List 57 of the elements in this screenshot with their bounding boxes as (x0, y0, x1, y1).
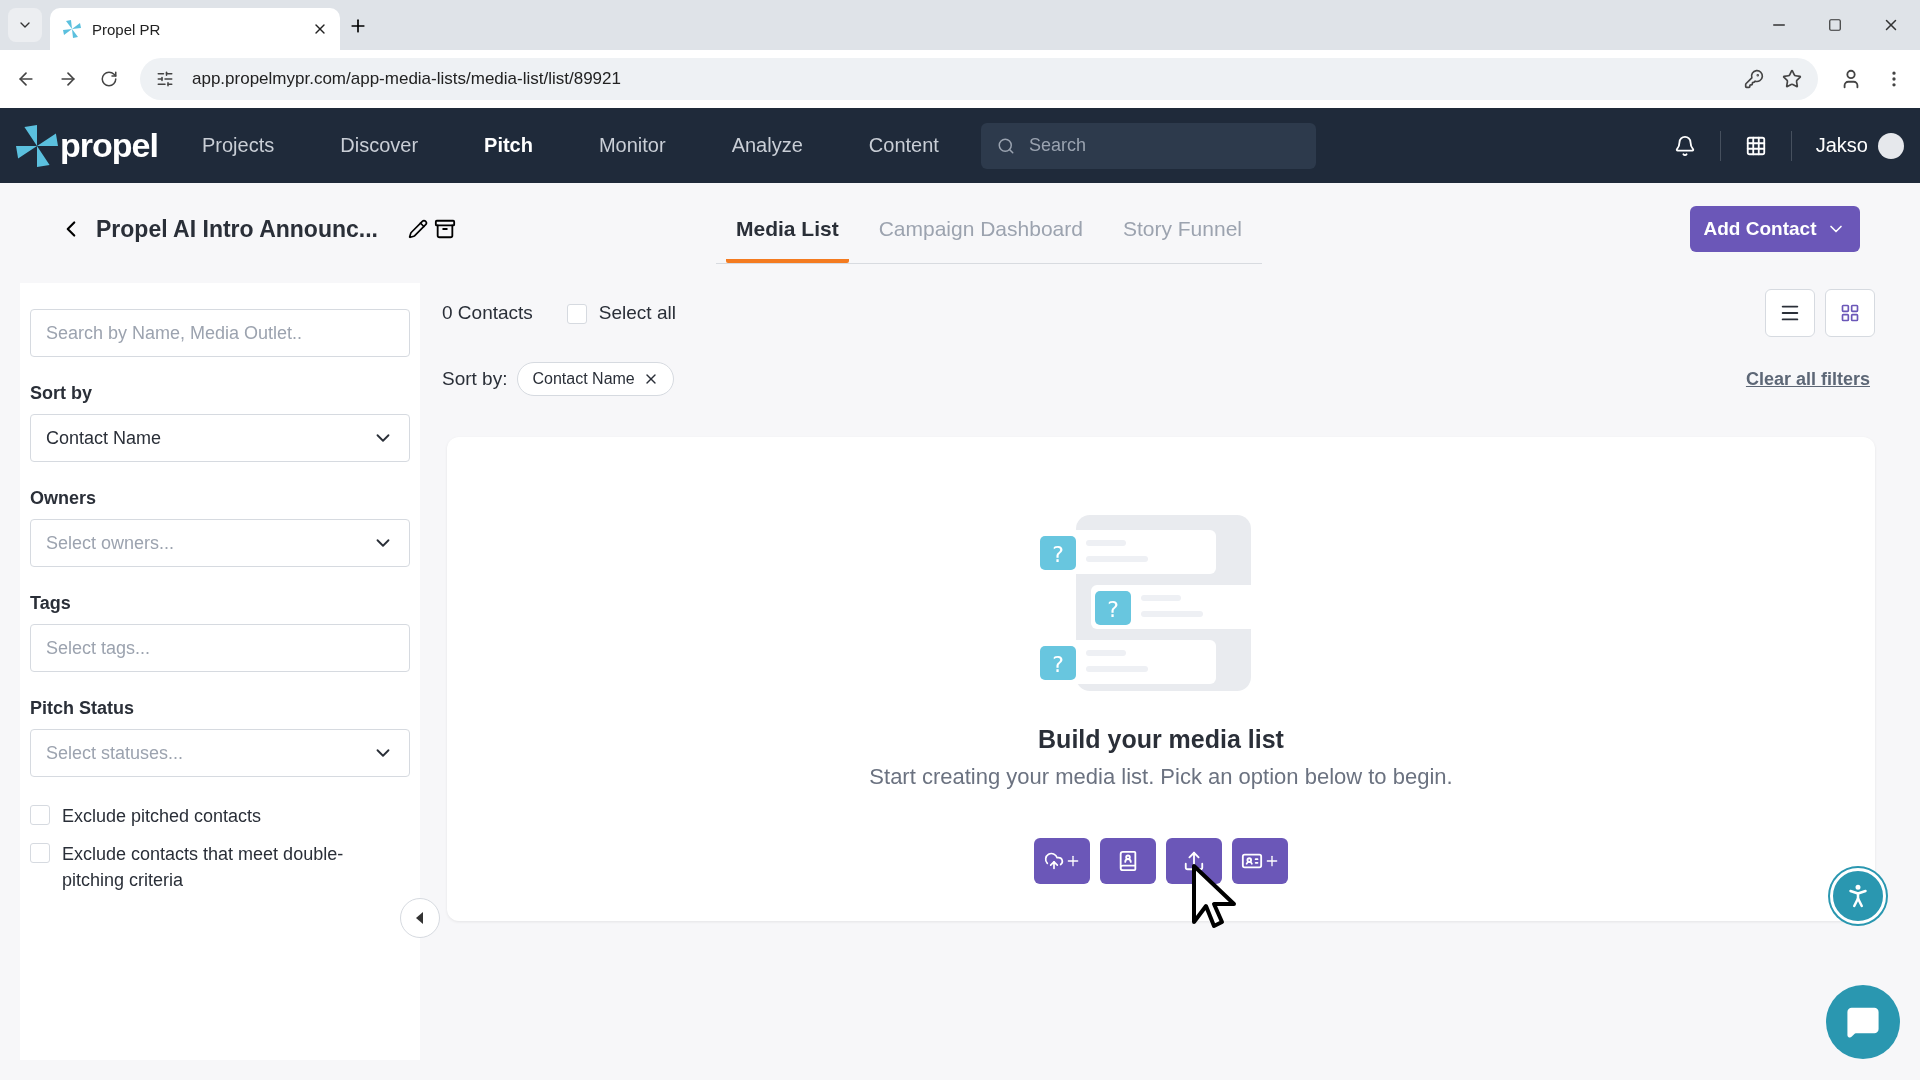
browser-tab[interactable]: Propel PR (50, 8, 340, 50)
checkbox-label: Exclude contacts that meet double-pitching criteria (62, 843, 345, 892)
accessibility-button[interactable] (1830, 868, 1886, 924)
clear-filters-link[interactable]: Clear all filters (1745, 368, 1870, 390)
collapse-button[interactable] (400, 898, 440, 938)
dropdown-field[interactable]: Contact Name (30, 414, 410, 462)
checkbox-label: Exclude pitched contacts (62, 805, 263, 828)
nav-link[interactable]: Discover (340, 134, 419, 157)
filter-label: Sort by (30, 383, 93, 404)
contact-count: 0 Contacts (442, 302, 533, 324)
checkbox[interactable] (30, 843, 50, 863)
empty-state-title: Build your media list (1038, 725, 1284, 754)
avatar[interactable] (1878, 132, 1904, 159)
caret-left-icon (416, 912, 424, 924)
action-button[interactable] (1166, 838, 1222, 884)
checkbox-label: Select all (598, 302, 676, 324)
reload-icon[interactable] (100, 70, 118, 88)
tab-title: Propel PR (92, 20, 162, 38)
tab[interactable]: Media List (725, 217, 849, 263)
upload-icon (1183, 850, 1205, 872)
restore-icon[interactable] (1828, 18, 1842, 32)
search-icon (996, 136, 1015, 155)
filter-label: Owners (30, 488, 98, 509)
view-toggle-button[interactable] (1765, 289, 1815, 337)
nav-link[interactable]: Pitch (484, 134, 533, 157)
empty-state-text: Start creating your media list. Pick an option below to begin. (869, 764, 1453, 790)
sort-label: Sort by: (442, 368, 508, 390)
site-settings-icon[interactable] (156, 70, 174, 88)
key-icon[interactable] (1744, 69, 1764, 89)
nav-link[interactable]: Analyze (731, 134, 803, 157)
filter-label: Pitch Status (30, 698, 136, 719)
pinwheel-logo-icon (16, 124, 58, 167)
view-toggle-button[interactable] (1825, 289, 1875, 337)
url-text: app.propelmypr.com/app-media-lists/media-list/list/89921 (192, 69, 622, 89)
pinwheel-icon (62, 19, 82, 39)
apps-grid-icon[interactable] (1744, 134, 1767, 157)
nav-link[interactable]: Content (868, 134, 939, 157)
logo-text: propel (60, 126, 158, 165)
bell-icon[interactable] (1673, 134, 1696, 157)
user-name[interactable]: Jakso (1815, 134, 1868, 157)
add-contact-button[interactable]: Add Contact (1690, 206, 1860, 252)
checkbox[interactable] (30, 805, 50, 825)
star-icon[interactable] (1782, 69, 1802, 89)
sort-chip[interactable]: Contact Name (517, 362, 674, 396)
nav-link[interactable]: Projects (202, 134, 275, 157)
project-title: Propel AI Intro Announc... (96, 215, 378, 243)
contact-book-icon (1117, 850, 1139, 872)
nav-link[interactable]: Monitor (598, 134, 666, 157)
grid-view-icon (1840, 303, 1860, 323)
search-field[interactable]: Search (980, 122, 1316, 169)
archive-icon[interactable] (433, 218, 456, 240)
chat-icon (1846, 1005, 1880, 1039)
checkbox[interactable] (566, 304, 587, 324)
filter-label: Tags (30, 593, 72, 614)
pencil-icon[interactable] (407, 219, 428, 239)
cloud-icon (1043, 851, 1064, 871)
address-bar[interactable]: app.propelmypr.com/app-media-lists/media-list/list/89921 (140, 58, 1818, 100)
